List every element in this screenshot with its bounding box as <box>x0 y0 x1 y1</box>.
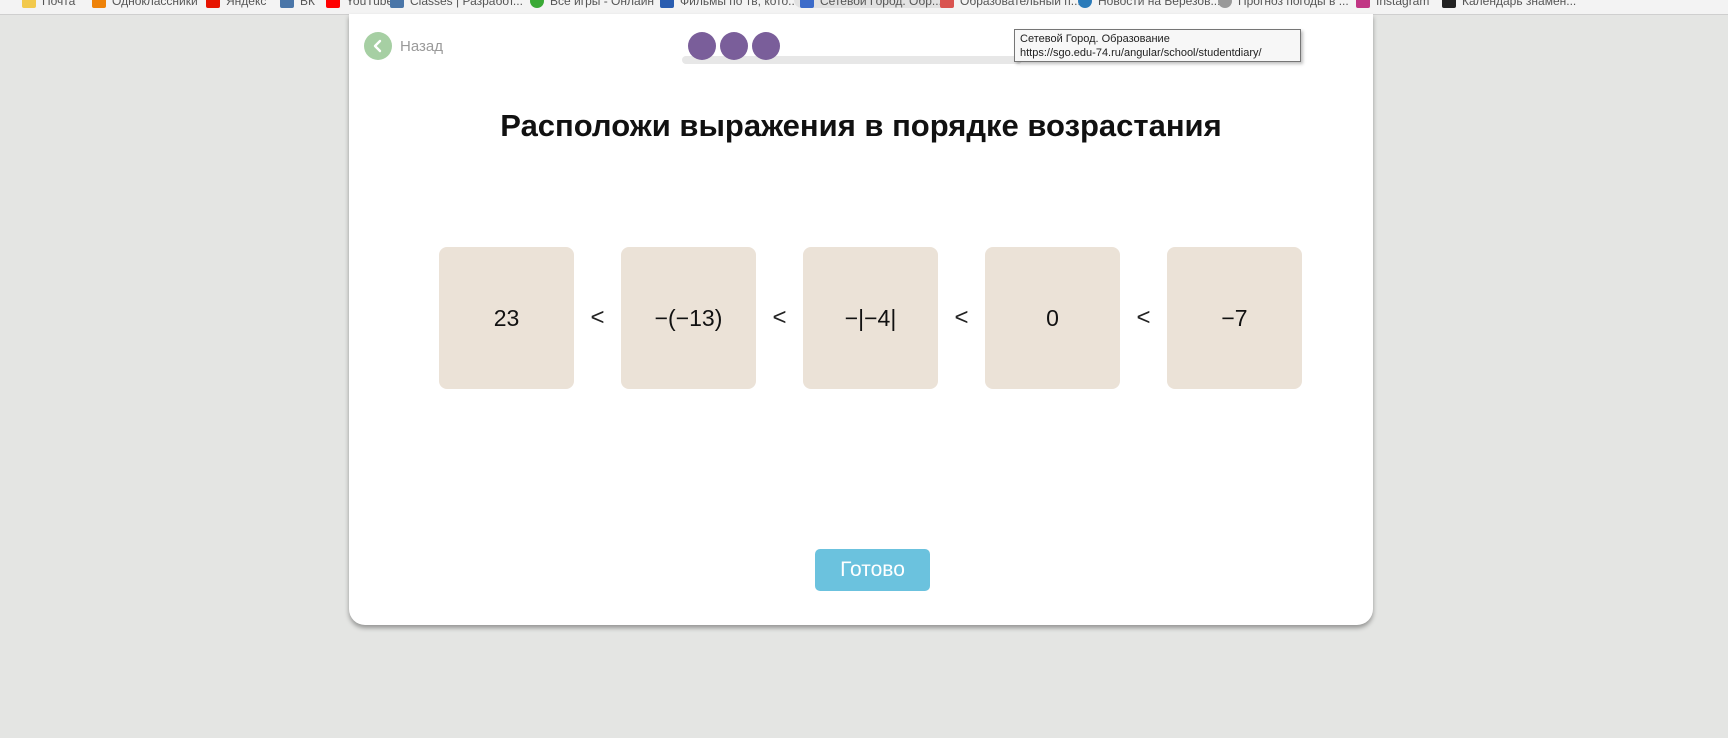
edu-icon <box>940 0 954 8</box>
bookmark-label: Календарь знамен... <box>1462 0 1577 8</box>
expression-tile[interactable]: −(−13) <box>621 247 756 389</box>
bookmark-label: Сетевой Город. Обр... <box>820 0 942 8</box>
task-card: Назад Расположи выражения в порядке возр… <box>349 14 1373 625</box>
bookmark-label: Образовательный п... <box>960 0 1081 8</box>
tooltip-url: https://sgo.edu-74.ru/angular/school/stu… <box>1020 47 1262 59</box>
expression-tile[interactable]: 0 <box>985 247 1120 389</box>
bookmark-item[interactable]: Почта <box>22 0 75 8</box>
expression-tile[interactable]: −7 <box>1167 247 1302 389</box>
less-than-sign: < <box>590 304 605 331</box>
bookmark-label: Фильмы по тв, кото... <box>680 0 799 8</box>
bookmark-item-active[interactable]: Сетевой Город. Обр... <box>794 0 948 8</box>
bookmark-item[interactable]: Instagram <box>1356 0 1429 8</box>
mail-icon <box>22 0 36 8</box>
link-tooltip: Сетевой Город. Образование https://sgo.e… <box>1014 29 1301 62</box>
expression-tile[interactable]: 23 <box>439 247 574 389</box>
progress-dot <box>688 32 716 60</box>
bookmark-item[interactable]: Фильмы по тв, кото... <box>660 0 798 8</box>
bookmark-item[interactable]: YouTube <box>326 0 393 8</box>
bookmark-item[interactable]: Яндекс <box>206 0 266 8</box>
vk-icon <box>280 0 294 8</box>
bookmark-label: Все игры - Онлайн <box>550 0 655 8</box>
youtube-icon <box>326 0 340 8</box>
bookmark-item[interactable]: Календарь знамен... <box>1442 0 1576 8</box>
bookmark-item[interactable]: Прогноз погоды в ... <box>1218 0 1349 8</box>
bookmarks-bar: Почта Одноклассники Яндекс ВК YouTube Cl… <box>0 0 1728 15</box>
bookmark-label: Яндекс <box>226 0 267 8</box>
expression-row: 23 < −(−13) < −|−4| < 0 < −7 <box>439 247 1302 389</box>
bookmark-item[interactable]: Classes | Разработ... <box>390 0 523 8</box>
bookmark-item[interactable]: Все игры - Онлайн <box>530 0 654 8</box>
game-icon <box>530 0 544 8</box>
task-title: Расположи выражения в порядке возрастани… <box>500 108 1222 143</box>
expression-tile[interactable]: −|−4| <box>803 247 938 389</box>
film-icon <box>660 0 674 8</box>
done-button[interactable]: Готово <box>815 549 930 591</box>
ok-icon <box>92 0 106 8</box>
bookmark-label: Instagram <box>1376 0 1430 8</box>
bookmark-label: Новости на Березов... <box>1098 0 1221 8</box>
bookmark-label: Одноклассники <box>112 0 198 8</box>
bookmark-label: Прогноз погоды в ... <box>1238 0 1349 8</box>
less-than-sign: < <box>954 304 969 331</box>
progress-dot <box>752 32 780 60</box>
bookmark-item[interactable]: Образовательный п... <box>940 0 1081 8</box>
back-label: Назад <box>400 37 443 55</box>
yandex-icon <box>206 0 220 8</box>
progress-dot <box>720 32 748 60</box>
instagram-icon <box>1356 0 1370 8</box>
bookmark-item[interactable]: ВК <box>280 0 315 8</box>
school-icon <box>800 0 814 8</box>
calendar-icon <box>1442 0 1456 8</box>
weather-icon <box>1218 0 1232 8</box>
bookmark-label: Classes | Разработ... <box>410 0 523 8</box>
progress-dots <box>688 32 780 60</box>
tooltip-title: Сетевой Город. Образование <box>1020 33 1170 45</box>
less-than-sign: < <box>772 304 787 331</box>
bookmark-label: YouTube <box>346 0 394 8</box>
bookmark-label: Почта <box>42 0 76 8</box>
bookmark-item[interactable]: Новости на Березов... <box>1078 0 1220 8</box>
back-button[interactable]: Назад <box>364 32 443 60</box>
news-icon <box>1078 0 1092 8</box>
less-than-sign: < <box>1136 304 1151 331</box>
chevron-left-icon <box>364 32 392 60</box>
bookmark-item[interactable]: Одноклассники <box>92 0 198 8</box>
bookmark-label: ВК <box>300 0 315 8</box>
vk-icon <box>390 0 404 8</box>
